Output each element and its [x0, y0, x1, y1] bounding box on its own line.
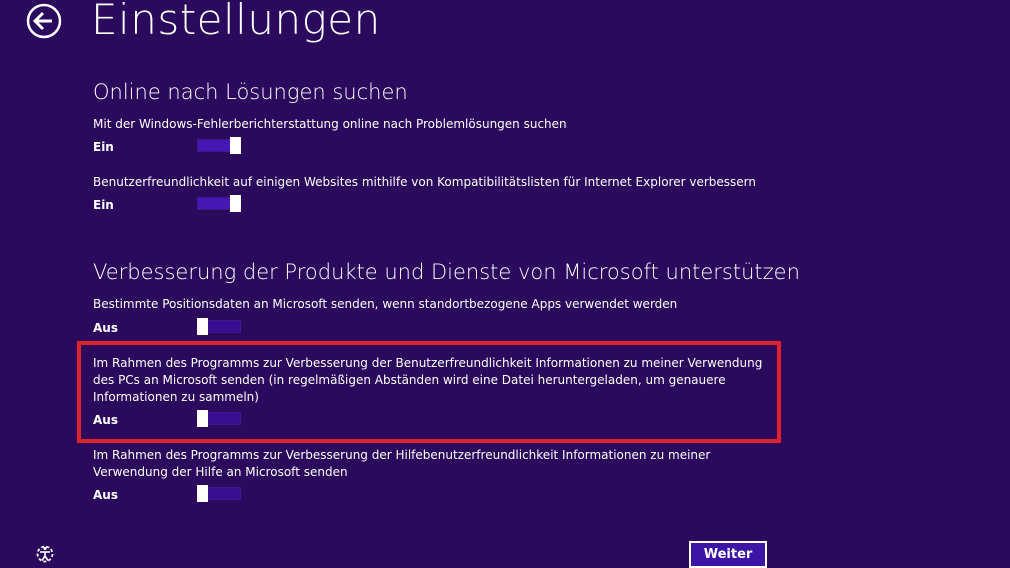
- help-improvement-toggle[interactable]: [197, 485, 241, 502]
- page-title: Einstellungen: [91, 0, 381, 44]
- ease-of-access-button[interactable]: [33, 542, 57, 566]
- setting-ie-compat-state: Ein: [93, 198, 114, 212]
- setting-help-improvement-description: Im Rahmen des Programms zur Verbesserung…: [93, 448, 711, 479]
- ceip-toggle[interactable]: [197, 410, 241, 427]
- ie-compat-toggle[interactable]: [197, 195, 241, 212]
- setting-ie-compat-description: Benutzerfreundlichkeit auf einigen Websi…: [93, 175, 756, 189]
- location-data-toggle[interactable]: [197, 318, 241, 335]
- section-heading-online-solutions: Online nach Lösungen suchen: [93, 80, 408, 104]
- section-heading-microsoft-improvement: Verbesserung der Produkte und Dienste vo…: [93, 260, 800, 284]
- settings-page: Einstellungen Online nach Lösungen suche…: [0, 0, 1010, 568]
- back-button[interactable]: [26, 3, 62, 39]
- setting-help-improvement-state: Aus: [93, 488, 118, 502]
- error-reporting-toggle[interactable]: [197, 137, 241, 154]
- next-button[interactable]: Weiter: [689, 541, 767, 568]
- setting-location-data-description: Bestimmte Positionsdaten an Microsoft se…: [93, 297, 678, 311]
- setting-error-reporting-description: Mit der Windows-Fehlerberichterstattung …: [93, 117, 567, 131]
- setting-error-reporting-state: Ein: [93, 140, 114, 154]
- back-arrow-icon: [26, 3, 62, 39]
- setting-ceip-description: Im Rahmen des Programms zur Verbesserung…: [93, 356, 763, 404]
- ease-of-access-icon: [36, 545, 54, 563]
- setting-ceip-state: Aus: [93, 413, 118, 427]
- setting-location-data-state: Aus: [93, 321, 118, 335]
